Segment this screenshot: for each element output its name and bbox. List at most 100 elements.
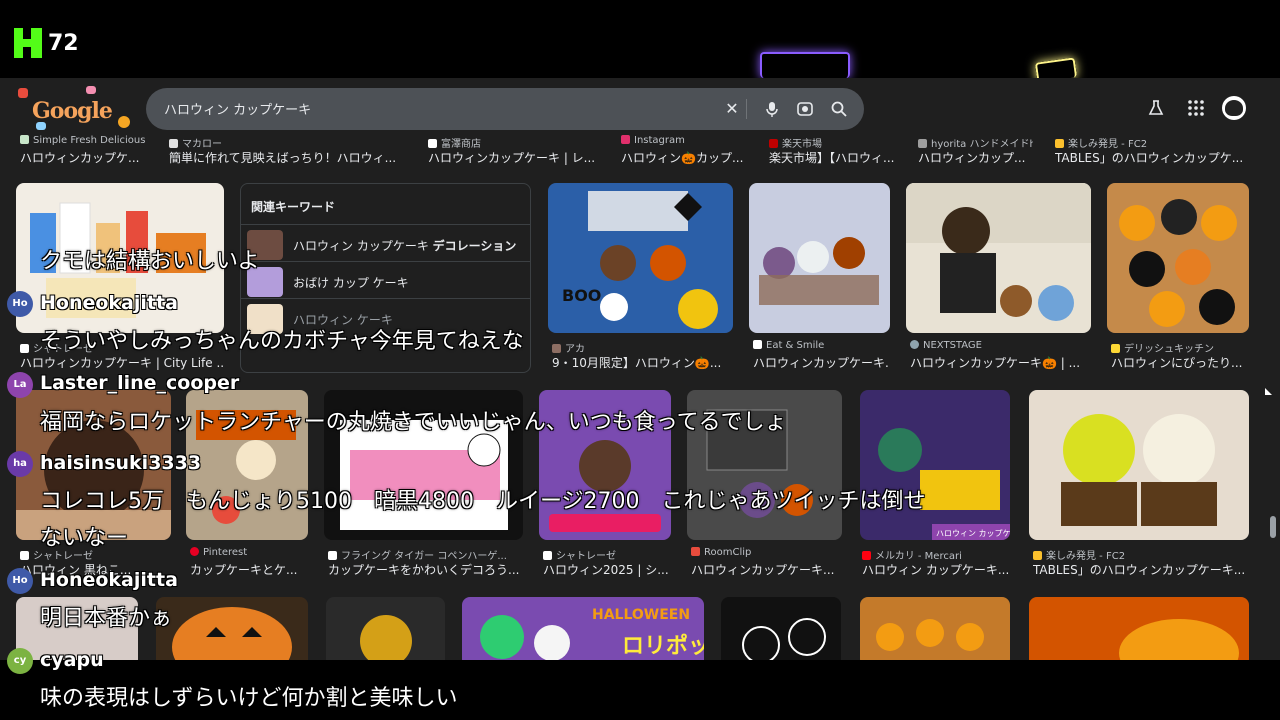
result-image[interactable]: HALLOWEEN ロリポップ — [462, 597, 704, 660]
result-title[interactable]: 楽天市場】【ハロウィ... — [769, 149, 899, 166]
apps-grid-icon[interactable] — [1186, 98, 1206, 118]
boo-text: BOO — [562, 286, 601, 305]
search-box[interactable]: ハロウィン カップケーキ ✕ — [146, 88, 864, 130]
microphone-icon[interactable] — [762, 99, 782, 119]
kick-logo-icon — [14, 28, 42, 58]
result-source: 楽しみ発見 - FC2 — [1033, 547, 1249, 562]
site-favicon-icon — [552, 344, 561, 353]
scrollbar-thumb[interactable] — [1270, 516, 1276, 538]
related-keyword-item[interactable]: おばけ カップ ケーキ — [241, 261, 530, 298]
chat-message: そういやしみっちゃんのカボチャ今年見てねえな — [40, 329, 524, 354]
result-image[interactable] — [749, 183, 890, 333]
result-image[interactable] — [906, 183, 1091, 333]
result-image[interactable] — [326, 597, 445, 660]
result-source: RoomClip — [691, 547, 841, 558]
child-decorating-image — [906, 183, 1091, 321]
site-favicon-icon — [328, 551, 337, 560]
result-title[interactable]: 簡単に作れて見映えばっちり！ハロウィ... — [169, 149, 399, 166]
result-image[interactable] — [156, 597, 308, 660]
chat-username: Honeokajitta — [40, 569, 178, 591]
result-title[interactable]: ハロウィンカップ... — [918, 149, 1033, 166]
labs-flask-icon[interactable] — [1146, 98, 1166, 118]
result-title[interactable]: ハロウィンカップケーキ | City Life ... — [20, 354, 225, 371]
site-favicon-icon — [1033, 551, 1042, 560]
clear-icon[interactable]: ✕ — [722, 99, 742, 119]
site-favicon-icon — [910, 340, 919, 349]
roomclip-icon — [691, 547, 700, 556]
related-keyword-item[interactable]: ハロウィン カップケーキ デコレーション — [241, 224, 530, 261]
lens-icon[interactable] — [795, 99, 815, 119]
result-title[interactable]: ハロウィンカップケーキ🎃 | ... — [910, 354, 1090, 371]
stream-frame: { "overlay": { "viewer_count": "72" }, "… — [0, 0, 1280, 720]
result-title[interactable]: ハロウィンカップケーキ... — [691, 561, 841, 578]
site-favicon-icon — [543, 551, 552, 560]
result-image[interactable] — [860, 597, 1010, 660]
result-title[interactable]: ハロウィンカップケーキ... — [753, 354, 888, 371]
result-title[interactable]: ハロウィンカップケーキ | レ... — [428, 149, 598, 166]
result-source: 楽天市場 — [769, 135, 899, 150]
result-image[interactable] — [1107, 183, 1249, 333]
site-favicon-icon — [428, 139, 437, 148]
result-source-label: NEXTSTAGE — [923, 340, 982, 351]
result-source: Simple Fresh Delicious — [20, 135, 160, 146]
search-icon[interactable] — [829, 99, 849, 119]
pumpkin-jelly-image — [1119, 619, 1239, 660]
site-favicon-icon — [1111, 344, 1120, 353]
result-source: NEXTSTAGE — [910, 340, 1090, 351]
jack-o-lantern-image — [172, 607, 292, 660]
result-title[interactable]: ハロウィン2025 | シ... — [543, 561, 673, 578]
chat-username: Laster_line_cooper — [40, 372, 240, 394]
result-title[interactable]: TABLES」のハロウィンカップケーキ... — [1033, 561, 1249, 578]
result-title[interactable]: ハロウィンにぴったり... — [1111, 354, 1251, 371]
result-source-label: Simple Fresh Delicious — [33, 135, 146, 146]
chat-message: 明日本番かぁ — [40, 606, 173, 631]
chat-message: コレコレ5万 もんじょり5100 暗黒4800 ルイージ2700 これじゃあツイ… — [40, 489, 926, 514]
related-keyword-label: ハロウィン カップケーキ デコレーション — [293, 237, 516, 254]
result-image[interactable]: BOO — [548, 183, 733, 333]
halloween-text: HALLOWEEN — [592, 607, 690, 623]
result-image[interactable] — [1029, 390, 1249, 540]
spiderweb-cookie-image — [742, 618, 826, 660]
rakuten-icon — [769, 139, 778, 148]
result-title[interactable]: TABLES」のハロウィンカップケ... — [1055, 149, 1250, 166]
related-keyword-bold: デコレーション — [432, 239, 517, 253]
kick-viewer-badge: 72 — [14, 28, 79, 58]
result-source: シャトレーゼ — [543, 547, 673, 562]
google-logo-text: Google — [32, 98, 113, 124]
result-title[interactable]: ハロウィンカップケ... — [20, 149, 160, 166]
result-image[interactable]: ハロウィン カップケーキ — [860, 390, 1010, 540]
chat-message: クモは結構おいしいよ — [40, 249, 260, 274]
chat-message: 味の表現はしずらいけど何か割と美味しい — [40, 686, 458, 711]
chat-avatar: La — [7, 372, 33, 398]
mercari-icon — [862, 551, 871, 560]
result-source: フライング タイガー コペンハーゲ... — [328, 547, 523, 562]
result-image[interactable] — [721, 597, 841, 660]
related-keywords-title: 関連キーワード — [251, 200, 336, 214]
result-title[interactable]: カップケーキをかわいくデコろう... — [328, 561, 523, 578]
result-title[interactable]: ハロウィン🎃カップ... — [621, 149, 751, 166]
google-doodle-logo[interactable]: Google — [14, 84, 134, 132]
result-image[interactable] — [1029, 597, 1249, 660]
google-header: Google ハロウィン カップケーキ ✕ — [0, 78, 1280, 136]
search-input[interactable]: ハロウィン カップケーキ — [164, 99, 311, 118]
monster-cupcake-image — [360, 615, 412, 660]
pumpkin-cupcakes-image — [876, 619, 984, 651]
result-source-label: Pinterest — [203, 547, 248, 558]
page-scrollbar[interactable] — [1266, 136, 1280, 660]
lollipop-text: ロリポップ — [622, 633, 704, 659]
result-source: マカロー — [169, 135, 399, 150]
result-source-label: Eat & Smile — [766, 340, 825, 351]
chat-avatar: cy — [7, 648, 33, 674]
site-favicon-icon — [918, 139, 927, 148]
chat-username: haisinsuki3333 — [40, 452, 202, 474]
result-source: 楽しみ発見 - FC2 — [1055, 135, 1250, 150]
account-avatar[interactable] — [1222, 96, 1246, 120]
instagram-icon — [621, 135, 630, 144]
result-title[interactable]: カップケーキとケ... — [190, 561, 308, 578]
result-title[interactable]: 9・10月限定】ハロウィン🎃... — [552, 354, 732, 371]
neon-decoration — [760, 52, 850, 78]
site-favicon-icon — [20, 344, 29, 353]
result-source-label: Instagram — [634, 135, 685, 146]
result-title[interactable]: ハロウィン カップケーキ... — [862, 561, 1012, 578]
related-keyword-prefix: ハロウィン カップケーキ — [293, 239, 433, 253]
